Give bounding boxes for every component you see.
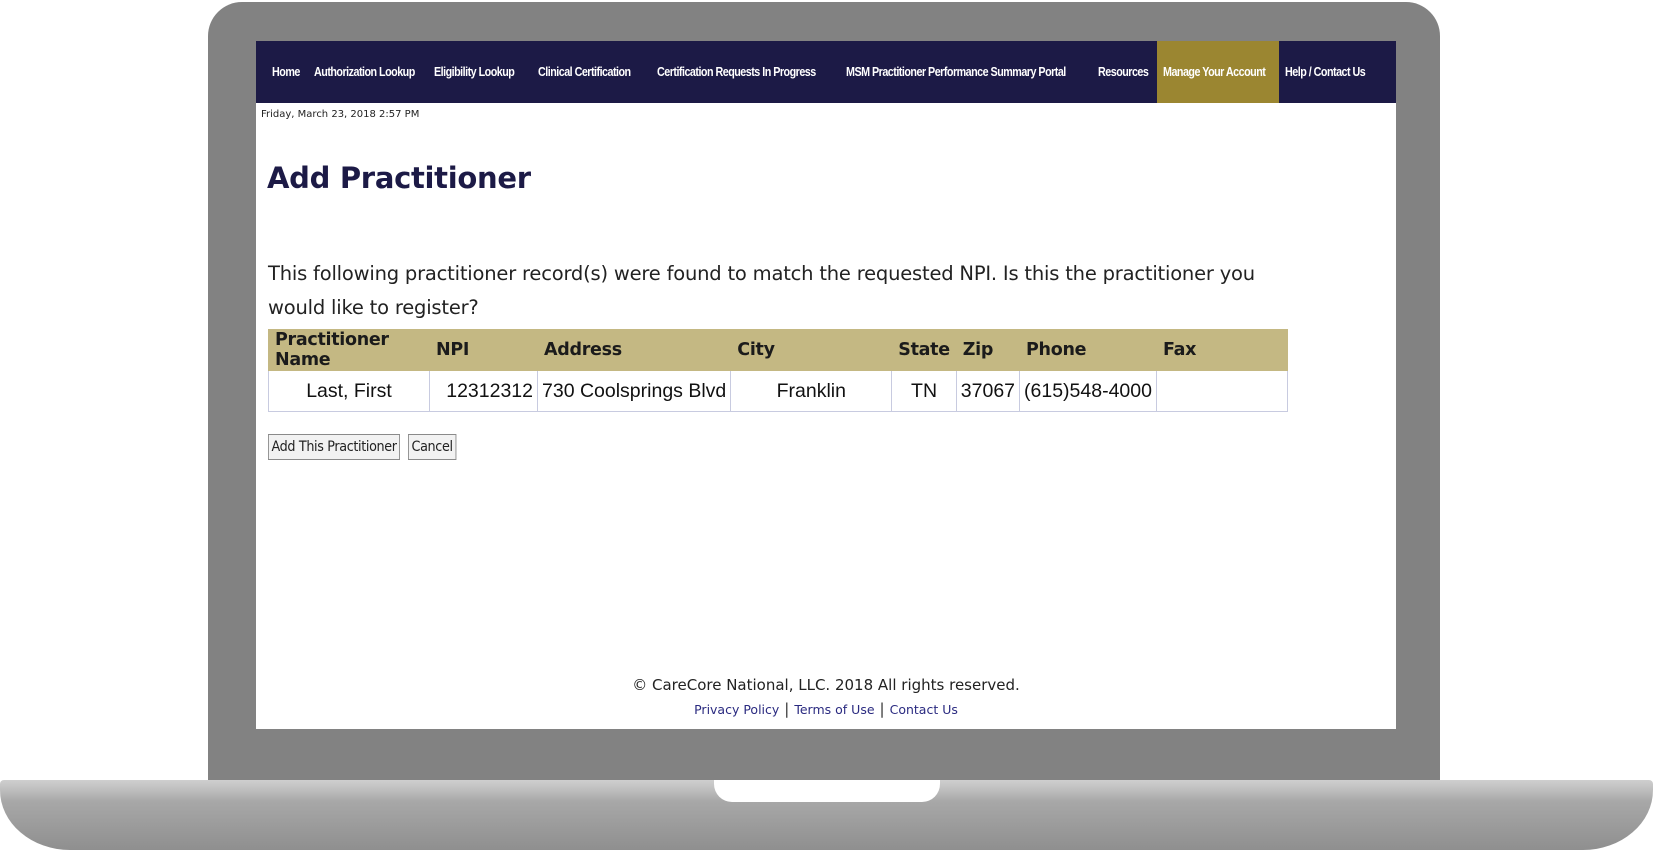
nav-label[interactable]: Help / Contact Us (1279, 65, 1371, 79)
header-address: Address (536, 329, 732, 371)
form-actions: Add This Practitioner Cancel (268, 434, 1396, 460)
header-zip: Zip (955, 329, 1021, 371)
nav-label[interactable]: Authorization Lookup (308, 65, 421, 79)
header-npi: NPI (429, 329, 538, 371)
nav-label[interactable]: MSM Practitioner Performance Summary Por… (840, 65, 1072, 79)
nav-label[interactable]: Clinical Certification (532, 65, 637, 79)
cell-zip: 37067 (955, 370, 1021, 412)
header-state: State (891, 329, 957, 371)
nav-item-authorization-lookup[interactable]: Authorization Lookup (308, 41, 428, 103)
cell-city: Franklin (730, 370, 893, 412)
date-stamp: Friday, March 23, 2018 2:57 PM (261, 109, 420, 120)
cell-address: 730 Coolsprings Blvd (536, 370, 732, 412)
nav-item-certification-requests[interactable]: Certification Requests In Progress (651, 41, 840, 103)
table-header-row: Practitioner Name NPI Address City State… (268, 329, 1289, 371)
nav-item-eligibility-lookup[interactable]: Eligibility Lookup (428, 41, 532, 103)
intro-text: This following practitioner record(s) we… (268, 262, 1255, 319)
top-navigation: Home Authorization Lookup Eligibility Lo… (256, 41, 1396, 103)
cell-practitioner-name: Last, First (268, 370, 430, 412)
footer-separator: | (784, 700, 790, 718)
laptop-screen: Home Authorization Lookup Eligibility Lo… (256, 41, 1396, 729)
privacy-policy-link[interactable]: Privacy Policy (694, 702, 779, 717)
nav-label[interactable]: Certification Requests In Progress (651, 65, 822, 79)
contact-us-link[interactable]: Contact Us (890, 702, 958, 717)
nav-label[interactable]: Resources (1092, 65, 1154, 79)
page-title: Add Practitioner (267, 161, 531, 195)
nav-item-msm-portal[interactable]: MSM Practitioner Performance Summary Por… (840, 41, 1092, 103)
header-practitioner-name: Practitioner Name (268, 329, 430, 371)
cancel-button[interactable]: Cancel (408, 434, 457, 460)
table-row[interactable]: Last, First 12312312 730 Coolsprings Blv… (268, 370, 1289, 412)
nav-item-clinical-certification[interactable]: Clinical Certification (532, 41, 651, 103)
footer-links: Privacy Policy | Terms of Use | Contact Us (256, 700, 1396, 718)
laptop-notch (714, 780, 940, 802)
nav-item-manage-account[interactable]: Manage Your Account (1157, 41, 1279, 103)
header-city: City (730, 329, 893, 371)
header-phone: Phone (1019, 329, 1157, 371)
cell-state: TN (891, 370, 957, 412)
cell-npi: 12312312 (429, 370, 538, 412)
cell-phone: (615)548-4000 (1019, 370, 1157, 412)
nav-item-home[interactable]: Home (266, 41, 308, 103)
add-practitioner-button[interactable]: Add This Practitioner (268, 434, 401, 460)
page-footer: © CareCore National, LLC. 2018 All right… (256, 676, 1396, 718)
nav-label[interactable]: Eligibility Lookup (428, 65, 520, 79)
nav-item-help-contact[interactable]: Help / Contact Us (1279, 41, 1379, 103)
practitioner-results-table: Practitioner Name NPI Address City State… (268, 329, 1289, 412)
nav-label[interactable]: Home (266, 65, 306, 79)
header-fax: Fax (1155, 329, 1289, 371)
nav-item-resources[interactable]: Resources (1092, 41, 1157, 103)
terms-of-use-link[interactable]: Terms of Use (794, 702, 874, 717)
copyright-text: © CareCore National, LLC. 2018 All right… (632, 676, 1020, 694)
nav-label[interactable]: Manage Your Account (1157, 65, 1271, 79)
cell-fax (1155, 370, 1289, 412)
footer-separator: | (879, 700, 885, 718)
